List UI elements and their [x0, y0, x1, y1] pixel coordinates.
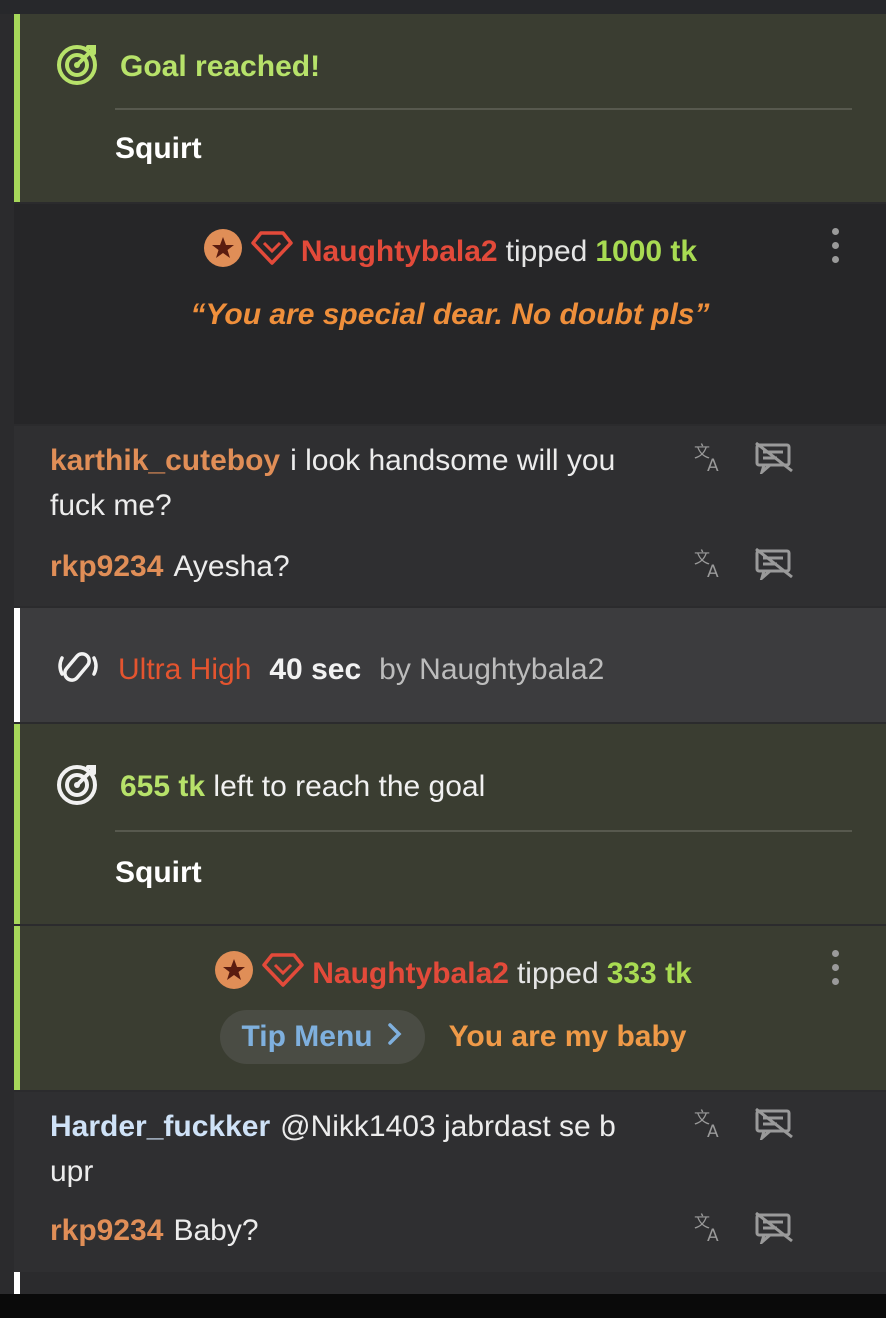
vibration-icon — [56, 644, 100, 696]
chevron-right-icon — [387, 1020, 403, 1054]
chat-message: rkp9234 Ayesha? — [50, 544, 650, 589]
tip-notice: Naughtybala2 tipped 333 tk Tip Menu You … — [14, 926, 886, 1090]
diamond-icon — [251, 230, 293, 274]
vibration-line: Ultra High 40 sec by Naughtybala2 — [56, 644, 604, 696]
chat-text: Ayesha? — [173, 550, 290, 583]
goal-reached-notice: Goal reached! Squirt — [14, 14, 886, 202]
tip-username[interactable]: Naughtybala2 — [312, 957, 509, 991]
goal-item-name: Squirt — [115, 856, 202, 889]
vibration-level: Ultra High — [118, 653, 252, 686]
tip-verb: tipped — [516, 957, 599, 990]
message-actions: 文A — [692, 440, 794, 479]
hide-message-icon[interactable] — [754, 1210, 794, 1249]
chat-message: rkp9234 Baby? — [50, 1208, 650, 1253]
next-notice-edge — [14, 1272, 20, 1294]
tip-line: Naughtybala2 tipped 333 tk — [20, 950, 886, 998]
tip-verb: tipped — [505, 235, 588, 268]
message-actions: 文A — [692, 1210, 794, 1249]
star-badge-icon — [214, 950, 254, 998]
tip-message: “You are special dear. No doubt pls” — [190, 298, 710, 331]
chat-username[interactable]: rkp9234 — [50, 1214, 163, 1247]
tip-menu-label: Tip Menu — [241, 1020, 373, 1053]
chat-messages: Harder_fuckker @Nikk1403 jabrdast se b up… — [14, 1092, 886, 1272]
diamond-icon — [262, 952, 304, 996]
chat-username[interactable]: karthik_cuteboy — [50, 444, 280, 477]
tip-notice: Naughtybala2 tipped 1000 tk “You are spe… — [14, 204, 886, 424]
goal-header: 655 tk left to reach the goal — [56, 762, 485, 811]
divider — [115, 830, 852, 832]
svg-text:A: A — [707, 1226, 719, 1244]
goal-item-name: Squirt — [115, 132, 202, 165]
star-badge-icon — [203, 228, 243, 276]
svg-text:A: A — [707, 562, 719, 580]
tip-amount: 1000 tk — [595, 235, 698, 268]
svg-text:A: A — [707, 1122, 719, 1140]
more-options-icon[interactable] — [832, 950, 839, 985]
tip-line: Naughtybala2 tipped 1000 tk — [14, 228, 886, 276]
goal-header: Goal reached! — [56, 42, 320, 91]
divider — [115, 108, 852, 110]
goal-progress-notice: 655 tk left to reach the goal Squirt — [14, 724, 886, 924]
vibration-duration: 40 sec — [269, 653, 362, 686]
chat-message: Harder_fuckker @Nikk1403 jabrdast se b up… — [50, 1104, 650, 1194]
tip-menu-button[interactable]: Tip Menu — [219, 1010, 425, 1064]
goal-remaining: 655 tk left to reach the goal — [120, 770, 485, 804]
translate-icon[interactable]: 文A — [692, 546, 726, 585]
chat-text: Baby? — [173, 1214, 259, 1247]
chat-username[interactable]: Harder_fuckker — [50, 1110, 270, 1143]
hide-message-icon[interactable] — [754, 1106, 794, 1145]
tip-menu-row: Tip Menu You are my baby — [20, 1010, 886, 1064]
chat-feed: Goal reached! Squirt Naughtybala2 tipped… — [0, 0, 886, 1318]
message-actions: 文A — [692, 1106, 794, 1145]
message-actions: 文A — [692, 546, 794, 585]
more-options-icon[interactable] — [832, 228, 839, 263]
bottom-bar — [0, 1294, 886, 1318]
hide-message-icon[interactable] — [754, 440, 794, 479]
goal-target-icon — [56, 42, 100, 91]
tip-username[interactable]: Naughtybala2 — [301, 235, 498, 269]
chat-username[interactable]: rkp9234 — [50, 550, 163, 583]
vibration-notice: Ultra High 40 sec by Naughtybala2 — [14, 608, 886, 722]
goal-remaining-amount: 655 tk — [120, 769, 206, 803]
svg-text:A: A — [707, 456, 719, 474]
chat-messages: karthik_cuteboy i look handsome will you … — [14, 426, 886, 606]
goal-title: Goal reached! — [120, 49, 321, 83]
tip-menu-item: You are my baby — [448, 1020, 687, 1053]
goal-target-icon — [56, 762, 100, 811]
tip-amount: 333 tk — [606, 957, 692, 990]
vibration-tipper: by Naughtybala2 — [379, 653, 605, 686]
goal-remaining-text: left to reach the goal — [213, 769, 486, 803]
translate-icon[interactable]: 文A — [692, 1106, 726, 1145]
top-strip — [0, 0, 886, 14]
chat-message: karthik_cuteboy i look handsome will you … — [50, 438, 650, 528]
translate-icon[interactable]: 文A — [692, 440, 726, 479]
translate-icon[interactable]: 文A — [692, 1210, 726, 1249]
hide-message-icon[interactable] — [754, 546, 794, 585]
